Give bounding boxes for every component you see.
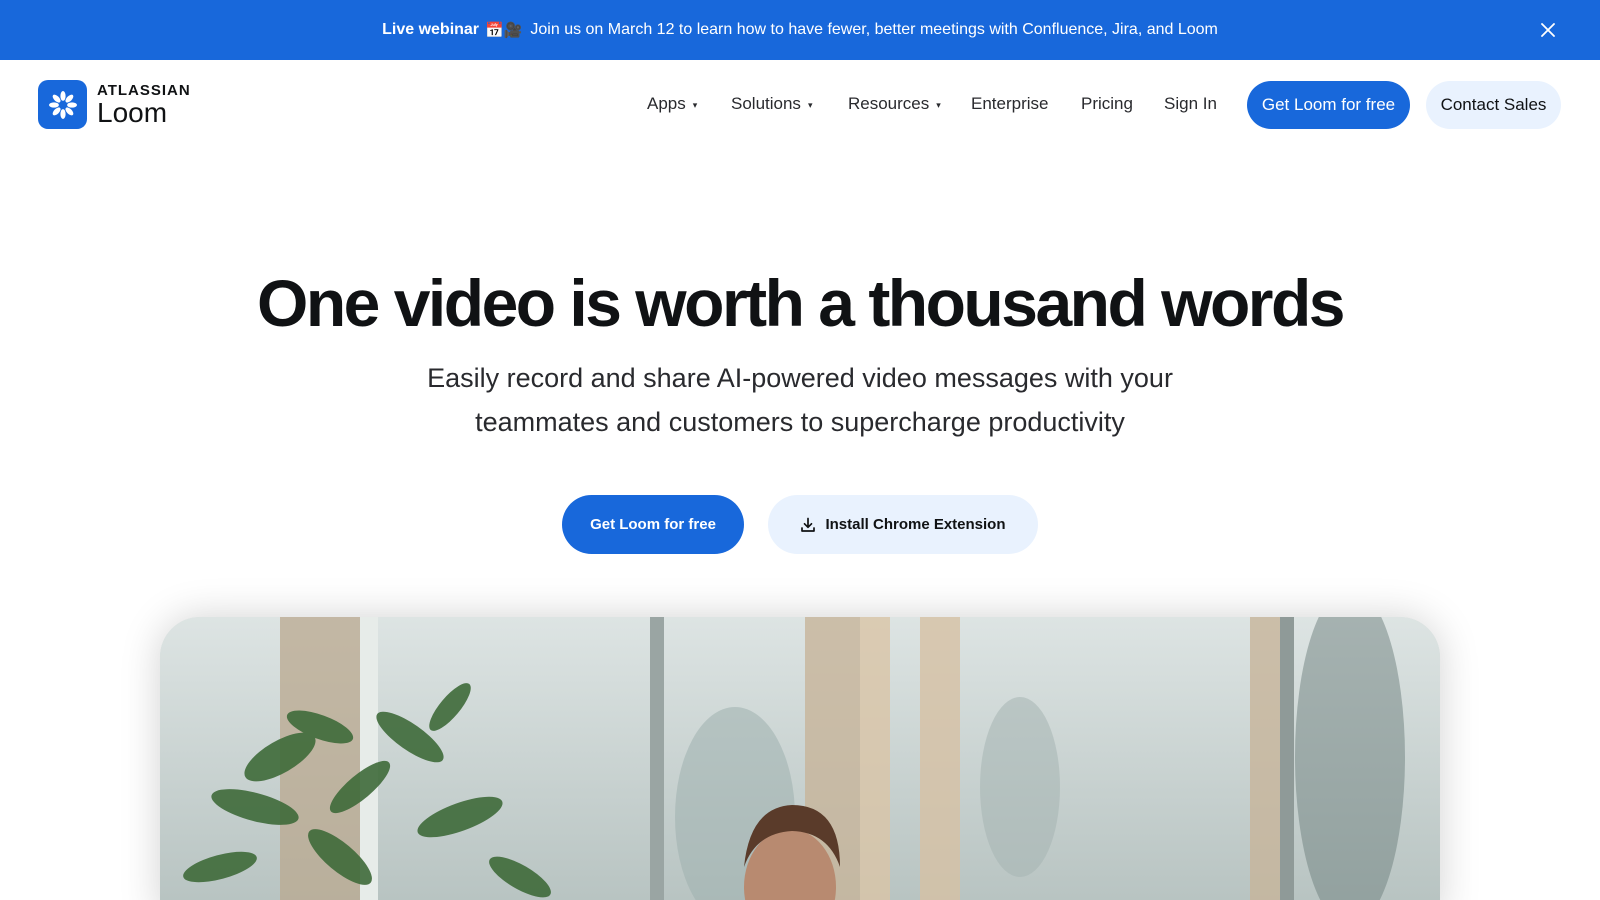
nav-item-label: Enterprise bbox=[971, 94, 1049, 113]
nav-item-label: Resources bbox=[848, 94, 930, 113]
nav-item-pricing[interactable]: Pricing bbox=[1081, 80, 1133, 128]
nav-item-label: Pricing bbox=[1081, 94, 1133, 113]
caret-down-icon: ▾ bbox=[692, 100, 698, 110]
hero-subtitle: Easily record and share AI-powered video… bbox=[350, 356, 1250, 444]
install-chrome-extension-button[interactable]: Install Chrome Extension bbox=[768, 495, 1038, 554]
nav-item-sign-in[interactable]: Sign In bbox=[1164, 80, 1217, 128]
nav-item-solutions[interactable]: Solutions ▾ bbox=[731, 80, 812, 128]
hero-title: One video is worth a thousand words bbox=[257, 266, 1345, 340]
nav-item-enterprise[interactable]: Enterprise bbox=[971, 80, 1048, 128]
caret-down-icon: ▾ bbox=[936, 100, 941, 110]
hero-subtitle-line: Easily record and share AI-powered video… bbox=[427, 363, 1173, 393]
announcement-banner[interactable]: Live webinar 📅🎥 Join us on March 12 to l… bbox=[0, 0, 1600, 60]
download-icon bbox=[800, 517, 816, 533]
banner-message: Join us on March 12 to learn how to have… bbox=[530, 21, 1218, 38]
close-icon[interactable] bbox=[1536, 18, 1560, 42]
site-header: ATLASSIAN Loom Apps ▾ Solutions ▾ Resour… bbox=[0, 60, 1600, 150]
nav-item-label: Sign In bbox=[1164, 94, 1217, 113]
nav-item-label: Solutions bbox=[731, 94, 801, 113]
get-loom-nav-button[interactable]: Get Loom for free bbox=[1247, 81, 1410, 129]
nav-item-resources[interactable]: Resources ▾ bbox=[848, 80, 941, 128]
nav-item-apps[interactable]: Apps ▾ bbox=[647, 80, 697, 128]
get-loom-hero-button[interactable]: Get Loom for free bbox=[562, 495, 744, 554]
caret-down-icon: ▾ bbox=[807, 100, 813, 110]
nav-item-label: Apps bbox=[647, 94, 686, 113]
hero-video-player[interactable] bbox=[160, 617, 1440, 900]
banner-bold-text: Live webinar bbox=[382, 21, 480, 38]
contact-sales-button[interactable]: Contact Sales bbox=[1426, 81, 1561, 129]
install-chrome-extension-label: Install Chrome Extension bbox=[825, 516, 1006, 533]
video-frame-image bbox=[160, 617, 1440, 900]
hero-subtitle-line: teammates and customers to supercharge p… bbox=[475, 407, 1125, 437]
calendar-camera-emoji: 📅🎥 bbox=[485, 21, 523, 39]
